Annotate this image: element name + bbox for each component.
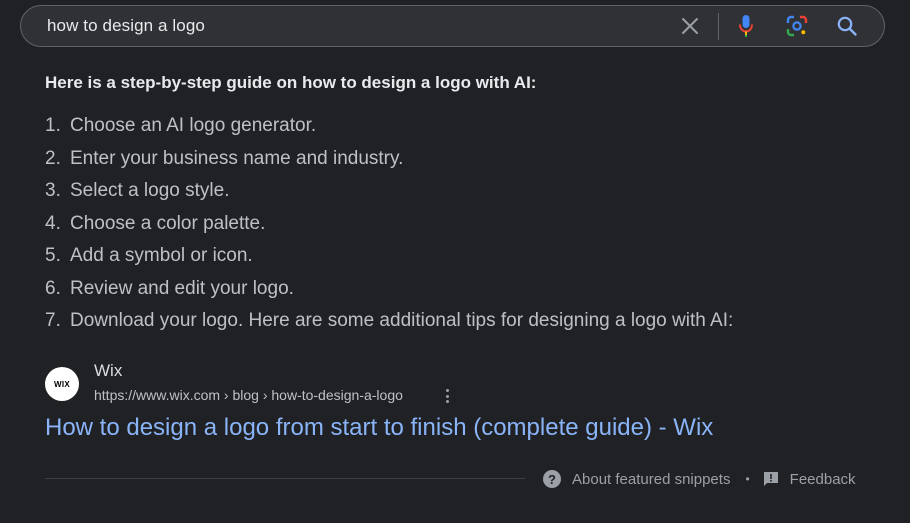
divider xyxy=(45,478,525,479)
list-item: 4. Choose a color palette. xyxy=(45,208,885,241)
steps-list: 1. Choose an AI logo generator. 2. Enter y… xyxy=(45,110,885,338)
snippet-footer: ? About featured snippets • Feedback xyxy=(543,468,856,490)
step-number: 5. xyxy=(45,245,61,266)
step-text: Review and edit your logo. xyxy=(70,277,294,299)
more-options-icon[interactable] xyxy=(442,387,452,405)
about-featured-snippets-link[interactable]: ? About featured snippets xyxy=(543,470,730,488)
step-text: Choose a color palette. xyxy=(70,212,266,234)
site-favicon[interactable]: WIX xyxy=(45,367,79,401)
step-text: Choose an AI logo generator. xyxy=(70,115,317,136)
search-box[interactable]: how to design a logo xyxy=(20,5,885,47)
list-item: 6. Review and edit your logo. xyxy=(45,273,885,306)
lens-icon[interactable] xyxy=(784,13,810,39)
source-attribution[interactable]: WIX Wix https://www.wix.com › blog › how… xyxy=(45,360,885,410)
search-input[interactable]: how to design a logo xyxy=(47,16,205,36)
step-text: Add a symbol or icon. xyxy=(70,245,253,266)
feedback-icon xyxy=(763,471,779,487)
step-number: 4. xyxy=(45,212,61,234)
search-icon[interactable] xyxy=(834,13,860,39)
microphone-icon[interactable] xyxy=(733,13,759,39)
about-label: About featured snippets xyxy=(572,470,731,488)
featured-snippet: Here is a step-by-step guide on how to d… xyxy=(45,68,885,338)
top-bar: how to design a logo xyxy=(0,0,910,56)
list-item: 5. Add a symbol or icon. xyxy=(45,240,885,273)
close-icon[interactable] xyxy=(677,13,703,39)
snippet-heading: Here is a step-by-step guide on how to d… xyxy=(45,73,537,92)
list-item: 1. Choose an AI logo generator. xyxy=(45,110,885,143)
list-item: 7. Download your logo. Here are some addi… xyxy=(45,305,885,338)
step-number: 1. xyxy=(45,115,61,136)
search-divider xyxy=(718,13,719,40)
separator: • xyxy=(745,472,750,486)
feedback-label: Feedback xyxy=(789,470,856,488)
feedback-link[interactable]: Feedback xyxy=(763,471,856,488)
step-number: 6. xyxy=(45,277,61,299)
step-text: Download your logo. Here are some additi… xyxy=(70,310,734,331)
help-icon: ? xyxy=(543,470,561,488)
step-text: Enter your business name and industry. xyxy=(70,147,404,169)
step-text: Select a logo style. xyxy=(70,180,230,201)
site-url[interactable]: https://www.wix.com › blog › how-to-desi… xyxy=(94,387,403,403)
step-number: 7. xyxy=(45,310,61,331)
list-item: 2. Enter your business name and industry. xyxy=(45,143,885,176)
result-title-link[interactable]: How to design a logo from start to finis… xyxy=(45,414,713,442)
site-name[interactable]: Wix xyxy=(94,361,122,381)
step-number: 3. xyxy=(45,180,61,201)
list-item: 3. Select a logo style. xyxy=(45,175,885,208)
step-number: 2. xyxy=(45,147,61,169)
